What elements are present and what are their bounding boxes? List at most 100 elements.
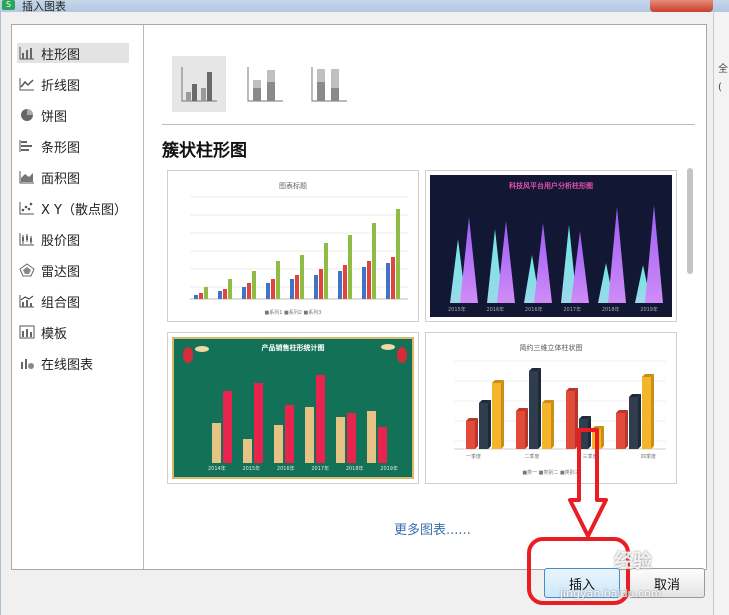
- sidebar-item-label: 股价图: [41, 233, 81, 249]
- thumbnail-bar: [362, 267, 366, 299]
- thumbnail-legend: ■系列1 ■系列2 ■系列3: [264, 310, 322, 316]
- thumbnail-basic-chart: [190, 196, 408, 300]
- thumbnail-bar: [314, 275, 318, 299]
- close-window-button[interactable]: [650, 0, 713, 12]
- sidebar-item-pie[interactable]: 饼图: [17, 105, 129, 125]
- pie-chart-icon: [21, 109, 33, 121]
- sidebar-item-bar[interactable]: 条形图: [17, 136, 129, 156]
- sidebar-item-stock[interactable]: 股价图: [17, 229, 129, 249]
- thumbnail-bar: [516, 411, 525, 449]
- axis-label: 2018年: [345, 466, 364, 472]
- thumbnail-bar: [378, 427, 387, 463]
- thumbnail-cone: [534, 223, 552, 303]
- subtype-clustered-column[interactable]: [172, 56, 226, 112]
- chart-thumbnail-tech[interactable]: 科技风平台用户分析柱形图 2015年 2016年 2016年 2017年 201…: [425, 170, 677, 322]
- thumbnail-bar: [305, 407, 314, 463]
- thumbnail-bar: [274, 425, 283, 463]
- online-chart-icon: [21, 359, 34, 369]
- thumbnail-bar: [204, 287, 208, 299]
- thumbnail-bar: [386, 263, 390, 299]
- subtype-stacked-column[interactable]: [238, 56, 292, 112]
- chart-thumbnail-festive[interactable]: 产品销售柱形统计图 2014年 2015年 2016年 2017年 2018年 …: [167, 332, 419, 484]
- app-icon: S: [2, 0, 15, 10]
- axis-label: 二季度: [524, 454, 540, 460]
- axis-label: 2015年: [242, 466, 261, 472]
- thumbnail-bar: [295, 275, 299, 299]
- line-chart-icon: [19, 78, 34, 91]
- template-icon: [19, 325, 35, 339]
- thumbnail-bar-side: [638, 394, 641, 449]
- chart-type-sidebar: 柱形图 折线图 饼图 条形图 面积图 X Y（散点图） 股价图 雷达图 组合图 …: [12, 25, 144, 569]
- thumbnail-bar: [642, 377, 651, 449]
- thumbnail-bar: [372, 223, 376, 299]
- sidebar-item-label: 条形图: [41, 140, 81, 156]
- sidebar-item-label: 雷达图: [41, 264, 81, 280]
- axis-label: 一季度: [466, 454, 482, 460]
- axis-label: 2017年: [563, 307, 582, 313]
- sidebar-item-label: 柱形图: [41, 47, 81, 63]
- thumbnail-bar: [212, 423, 221, 463]
- thumbnail-bar: [347, 413, 356, 463]
- clustered-column-icon: [181, 67, 217, 102]
- chart-thumbnail-3d[interactable]: 简约三维立体柱状图 一季度 二季度 三季度 四季度 ■类一 ■类别二 ■类别三: [425, 332, 677, 484]
- watermark: 经验: [614, 550, 653, 572]
- thumbnail-scrollbar-thumb[interactable]: [687, 168, 693, 274]
- sidebar-item-line[interactable]: 折线图: [17, 74, 129, 94]
- sidebar-item-scatter[interactable]: X Y（散点图）: [17, 198, 129, 218]
- thumbnail-bar: [252, 271, 256, 299]
- thumbnail-bar: [396, 209, 400, 299]
- axis-label: 2019年: [380, 466, 398, 472]
- sidebar-item-label: 折线图: [41, 78, 81, 94]
- thumbnail-bar: [242, 287, 246, 299]
- sidebar-item-template[interactable]: 模板: [17, 322, 129, 342]
- thumbnail-bar: [492, 383, 501, 449]
- thumbnail-bar-side: [651, 374, 654, 449]
- thumbnail-bar: [223, 289, 227, 299]
- chart-thumbnail-basic[interactable]: 图表标题 ■系列1 ■系列2 ■系列3: [167, 170, 419, 322]
- sidebar-item-area[interactable]: 面积图: [17, 167, 129, 187]
- thumbnail-bar: [343, 265, 347, 299]
- column-chart-icon: [19, 47, 34, 60]
- thumbnail-bar: [367, 411, 376, 463]
- thumbnail-bar: [199, 293, 203, 299]
- thumbnail-cone: [571, 231, 589, 303]
- thumbnail-bar-side: [501, 380, 504, 449]
- thumbnail-bar-side: [551, 400, 554, 449]
- sidebar-item-label: 面积图: [41, 171, 81, 187]
- thumbnail-bar: [243, 439, 252, 463]
- sidebar-item-online[interactable]: 在线图表: [17, 353, 129, 373]
- thumbnail-axis-labels: 一季度 二季度 三季度 四季度: [466, 453, 656, 460]
- thumbnail-bar: [194, 295, 198, 299]
- thumbnail-bar-side: [475, 418, 478, 449]
- watermark-url: jingyan.baidu.com: [560, 587, 662, 600]
- strip-char: 全: [718, 64, 728, 75]
- thumbnail-bar: [319, 269, 323, 299]
- thumbnail-cone: [460, 217, 478, 303]
- thumbnail-bar-side: [525, 408, 528, 449]
- sidebar-item-radar[interactable]: 雷达图: [17, 260, 129, 280]
- sidebar-item-label: 饼图: [41, 109, 68, 125]
- more-charts-link[interactable]: 更多图表......: [394, 519, 471, 538]
- combo-chart-icon: [19, 295, 34, 308]
- scatter-chart-icon: [19, 202, 34, 215]
- thumbnail-bar-side: [625, 410, 628, 449]
- axis-label: 2016年: [524, 307, 543, 313]
- sidebar-item-combo[interactable]: 组合图: [17, 291, 129, 311]
- thumbnail-bar: [254, 383, 263, 463]
- section-title: 簇状柱形图: [162, 141, 247, 161]
- axis-label: 2014年: [208, 466, 226, 472]
- radar-chart-icon: [19, 263, 35, 277]
- thumbnail-bar: [316, 375, 325, 463]
- thumbnail-bar: [300, 255, 304, 299]
- strip-char: (: [718, 82, 722, 93]
- thumbnail-tech-chart: [450, 205, 663, 303]
- thumbnail-bar: [223, 391, 232, 463]
- thumbnail-festive-chart: [183, 344, 407, 463]
- bar-chart-icon: [19, 140, 32, 152]
- title-bar: S 插入图表: [0, 0, 729, 13]
- thumbnail-axis-labels: 2015年 2016年 2016年 2017年 2018年 2019年: [448, 306, 658, 313]
- sidebar-item-column[interactable]: 柱形图: [17, 43, 129, 63]
- thumbnail-bar: [542, 403, 551, 449]
- thumbnail-cone: [497, 221, 515, 303]
- subtype-percent-stacked-column[interactable]: [302, 56, 356, 112]
